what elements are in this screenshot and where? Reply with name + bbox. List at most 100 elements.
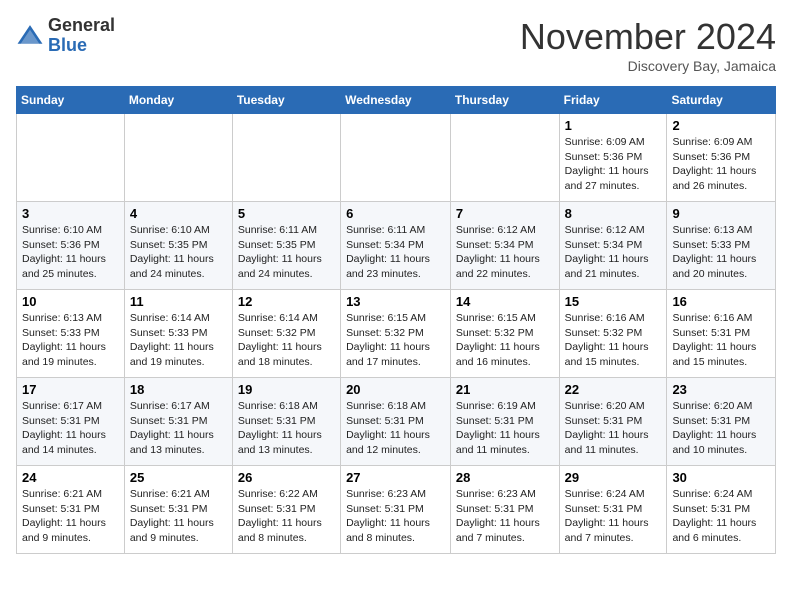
- calendar-week-row: 1 Sunrise: 6:09 AM Sunset: 5:36 PM Daylig…: [17, 114, 776, 202]
- day-number: 29: [565, 470, 662, 485]
- calendar-cell: 14 Sunrise: 6:15 AM Sunset: 5:32 PM Dayli…: [450, 290, 559, 378]
- calendar-cell: 24Sunrise: 6:21 AM Sunset: 5:31 PM Dayli…: [17, 466, 125, 554]
- day-number: 25: [130, 470, 227, 485]
- calendar-cell: 30 Sunrise: 6:24 AM Sunset: 5:31 PM Dayli…: [667, 466, 776, 554]
- day-info: Sunrise: 6:18 AM Sunset: 5:31 PM Dayligh…: [346, 399, 445, 458]
- day-info: Sunrise: 6:15 AM Sunset: 5:32 PM Dayligh…: [346, 311, 445, 370]
- calendar-cell: 7 Sunrise: 6:12 AM Sunset: 5:34 PM Daylig…: [450, 202, 559, 290]
- day-number: 3: [22, 206, 119, 221]
- day-of-week-header: Thursday: [450, 87, 559, 114]
- calendar-cell: 27 Sunrise: 6:23 AM Sunset: 5:31 PM Dayli…: [341, 466, 451, 554]
- day-of-week-header: Friday: [559, 87, 667, 114]
- day-number: 11: [130, 294, 227, 309]
- calendar-cell: 18 Sunrise: 6:17 AM Sunset: 5:31 PM Dayli…: [124, 378, 232, 466]
- day-info: Sunrise: 6:14 AM Sunset: 5:33 PM Dayligh…: [130, 311, 227, 370]
- day-number: 20: [346, 382, 445, 397]
- logo-text: General Blue: [48, 16, 115, 56]
- logo-general: General: [48, 15, 115, 35]
- calendar-cell: 20 Sunrise: 6:18 AM Sunset: 5:31 PM Dayli…: [341, 378, 451, 466]
- day-info: Sunrise: 6:10 AM Sunset: 5:36 PM Dayligh…: [22, 223, 119, 282]
- day-number: 28: [456, 470, 554, 485]
- day-number: 5: [238, 206, 335, 221]
- day-number: 14: [456, 294, 554, 309]
- calendar-cell: 8 Sunrise: 6:12 AM Sunset: 5:34 PM Daylig…: [559, 202, 667, 290]
- day-number: 16: [672, 294, 770, 309]
- day-info: Sunrise: 6:17 AM Sunset: 5:31 PM Dayligh…: [130, 399, 227, 458]
- day-number: 13: [346, 294, 445, 309]
- day-info: Sunrise: 6:19 AM Sunset: 5:31 PM Dayligh…: [456, 399, 554, 458]
- day-of-week-header: Monday: [124, 87, 232, 114]
- day-info: Sunrise: 6:15 AM Sunset: 5:32 PM Dayligh…: [456, 311, 554, 370]
- day-info: Sunrise: 6:18 AM Sunset: 5:31 PM Dayligh…: [238, 399, 335, 458]
- logo: General Blue: [16, 16, 115, 56]
- day-info: Sunrise: 6:10 AM Sunset: 5:35 PM Dayligh…: [130, 223, 227, 282]
- day-number: 6: [346, 206, 445, 221]
- calendar-cell: 17 Sunrise: 6:17 AM Sunset: 5:31 PM Dayli…: [17, 378, 125, 466]
- day-number: 4: [130, 206, 227, 221]
- title-block: November 2024 Discovery Bay, Jamaica: [520, 16, 776, 74]
- calendar-cell: 23 Sunrise: 6:20 AM Sunset: 5:31 PM Dayli…: [667, 378, 776, 466]
- day-info: Sunrise: 6:12 AM Sunset: 5:34 PM Dayligh…: [456, 223, 554, 282]
- calendar-cell: 5 Sunrise: 6:11 AM Sunset: 5:35 PM Daylig…: [232, 202, 340, 290]
- calendar-cell: 15Sunrise: 6:16 AM Sunset: 5:32 PM Dayli…: [559, 290, 667, 378]
- page-header: General Blue November 2024 Discovery Bay…: [16, 16, 776, 74]
- calendar-cell: 1 Sunrise: 6:09 AM Sunset: 5:36 PM Daylig…: [559, 114, 667, 202]
- day-info: Sunrise: 6:24 AM Sunset: 5:31 PM Dayligh…: [672, 487, 770, 546]
- calendar-cell: [232, 114, 340, 202]
- day-info: Sunrise: 6:20 AM Sunset: 5:31 PM Dayligh…: [672, 399, 770, 458]
- day-number: 7: [456, 206, 554, 221]
- calendar-cell: 29 Sunrise: 6:24 AM Sunset: 5:31 PM Dayli…: [559, 466, 667, 554]
- day-info: Sunrise: 6:21 AM Sunset: 5:31 PM Dayligh…: [130, 487, 227, 546]
- day-info: Sunrise: 6:17 AM Sunset: 5:31 PM Dayligh…: [22, 399, 119, 458]
- calendar-cell: 25 Sunrise: 6:21 AM Sunset: 5:31 PM Dayli…: [124, 466, 232, 554]
- calendar-week-row: 3 Sunrise: 6:10 AM Sunset: 5:36 PM Daylig…: [17, 202, 776, 290]
- calendar-table: SundayMondayTuesdayWednesdayThursdayFrid…: [16, 86, 776, 554]
- calendar-cell: 3 Sunrise: 6:10 AM Sunset: 5:36 PM Daylig…: [17, 202, 125, 290]
- day-number: 9: [672, 206, 770, 221]
- calendar-week-row: 10Sunrise: 6:13 AM Sunset: 5:33 PM Dayli…: [17, 290, 776, 378]
- calendar-cell: [341, 114, 451, 202]
- day-number: 10: [22, 294, 119, 309]
- day-of-week-header: Saturday: [667, 87, 776, 114]
- day-number: 26: [238, 470, 335, 485]
- day-info: Sunrise: 6:24 AM Sunset: 5:31 PM Dayligh…: [565, 487, 662, 546]
- day-info: Sunrise: 6:12 AM Sunset: 5:34 PM Dayligh…: [565, 223, 662, 282]
- calendar-cell: 19Sunrise: 6:18 AM Sunset: 5:31 PM Dayli…: [232, 378, 340, 466]
- day-info: Sunrise: 6:09 AM Sunset: 5:36 PM Dayligh…: [672, 135, 770, 194]
- day-number: 8: [565, 206, 662, 221]
- day-number: 12: [238, 294, 335, 309]
- calendar-cell: 12 Sunrise: 6:14 AM Sunset: 5:32 PM Dayli…: [232, 290, 340, 378]
- day-number: 17: [22, 382, 119, 397]
- day-number: 1: [565, 118, 662, 133]
- location-subtitle: Discovery Bay, Jamaica: [520, 58, 776, 74]
- logo-icon: [16, 22, 44, 50]
- day-info: Sunrise: 6:16 AM Sunset: 5:31 PM Dayligh…: [672, 311, 770, 370]
- day-of-week-header: Sunday: [17, 87, 125, 114]
- month-title: November 2024: [520, 16, 776, 58]
- day-number: 23: [672, 382, 770, 397]
- day-info: Sunrise: 6:13 AM Sunset: 5:33 PM Dayligh…: [672, 223, 770, 282]
- day-number: 27: [346, 470, 445, 485]
- calendar-cell: 21 Sunrise: 6:19 AM Sunset: 5:31 PM Dayli…: [450, 378, 559, 466]
- day-number: 30: [672, 470, 770, 485]
- calendar-cell: 22Sunrise: 6:20 AM Sunset: 5:31 PM Dayli…: [559, 378, 667, 466]
- day-info: Sunrise: 6:23 AM Sunset: 5:31 PM Dayligh…: [346, 487, 445, 546]
- day-info: Sunrise: 6:11 AM Sunset: 5:35 PM Dayligh…: [238, 223, 335, 282]
- calendar-week-row: 24Sunrise: 6:21 AM Sunset: 5:31 PM Dayli…: [17, 466, 776, 554]
- calendar-cell: 2Sunrise: 6:09 AM Sunset: 5:36 PM Daylig…: [667, 114, 776, 202]
- day-number: 18: [130, 382, 227, 397]
- calendar-cell: 26Sunrise: 6:22 AM Sunset: 5:31 PM Dayli…: [232, 466, 340, 554]
- calendar-cell: [124, 114, 232, 202]
- day-info: Sunrise: 6:23 AM Sunset: 5:31 PM Dayligh…: [456, 487, 554, 546]
- day-info: Sunrise: 6:21 AM Sunset: 5:31 PM Dayligh…: [22, 487, 119, 546]
- day-info: Sunrise: 6:11 AM Sunset: 5:34 PM Dayligh…: [346, 223, 445, 282]
- day-of-week-header: Wednesday: [341, 87, 451, 114]
- calendar-cell: 9 Sunrise: 6:13 AM Sunset: 5:33 PM Daylig…: [667, 202, 776, 290]
- day-number: 21: [456, 382, 554, 397]
- calendar-cell: 6 Sunrise: 6:11 AM Sunset: 5:34 PM Daylig…: [341, 202, 451, 290]
- day-info: Sunrise: 6:14 AM Sunset: 5:32 PM Dayligh…: [238, 311, 335, 370]
- calendar-cell: 10Sunrise: 6:13 AM Sunset: 5:33 PM Dayli…: [17, 290, 125, 378]
- day-number: 15: [565, 294, 662, 309]
- calendar-cell: 13 Sunrise: 6:15 AM Sunset: 5:32 PM Dayli…: [341, 290, 451, 378]
- day-info: Sunrise: 6:09 AM Sunset: 5:36 PM Dayligh…: [565, 135, 662, 194]
